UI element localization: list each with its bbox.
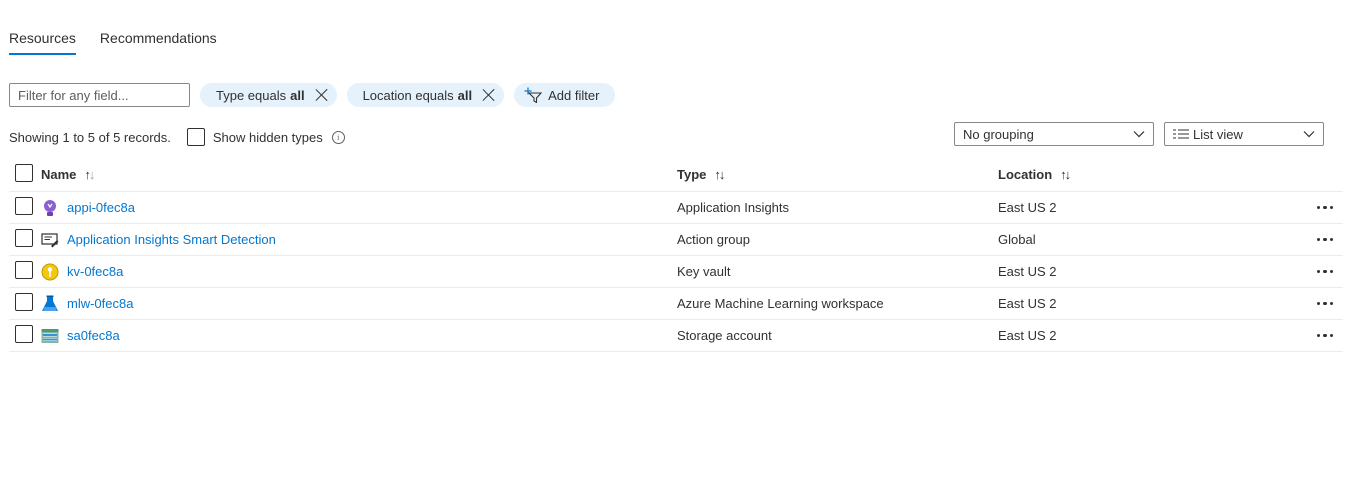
tab-bar: Resources Recommendations <box>9 30 217 55</box>
column-header-name[interactable]: Name ↑↓ <box>41 167 677 182</box>
resource-type: Application Insights <box>677 200 790 215</box>
add-filter-button[interactable]: Add filter <box>514 83 616 107</box>
key-vault-icon <box>41 263 59 280</box>
view-selected: List view <box>1193 126 1243 142</box>
filter-bar: Type equals all Location equals all Add … <box>9 83 616 107</box>
add-filter-label: Add filter <box>548 87 600 103</box>
table-header: Name ↑↓ Type ↑↓ Location ↑↓ <box>9 157 1343 192</box>
more-actions-button[interactable] <box>1313 266 1338 278</box>
row-checkbox[interactable] <box>15 229 33 247</box>
location-filter-pill[interactable]: Location equals all <box>346 83 505 107</box>
resource-location: East US 2 <box>998 264 1057 279</box>
tab-resources[interactable]: Resources <box>9 30 76 55</box>
table-row: appi-0fec8a Application Insights East US… <box>9 192 1343 224</box>
grouping-dropdown[interactable]: No grouping <box>954 122 1154 146</box>
show-hidden-checkbox[interactable] <box>186 128 205 146</box>
resource-location: East US 2 <box>998 296 1057 311</box>
resource-link[interactable]: Application Insights Smart Detection <box>67 232 276 247</box>
chevron-down-icon <box>1303 131 1315 138</box>
more-actions-button[interactable] <box>1313 330 1338 342</box>
filter-input[interactable] <box>9 83 190 107</box>
select-all-cell <box>9 163 41 185</box>
grouping-selected: No grouping <box>963 126 1034 142</box>
info-icon[interactable]: i <box>331 130 345 144</box>
sort-ascending-icon: ↑↓ <box>84 166 95 182</box>
resource-location: East US 2 <box>998 328 1057 343</box>
resource-link[interactable]: kv-0fec8a <box>67 264 123 279</box>
close-icon[interactable] <box>315 88 329 102</box>
column-header-location[interactable]: Location ↑↓ <box>998 167 1298 182</box>
view-dropdown[interactable]: List view <box>1164 122 1324 146</box>
column-header-name-label: Name <box>41 166 77 182</box>
sort-icon: ↑↓ <box>714 166 725 182</box>
type-filter-pill[interactable]: Type equals all <box>200 83 337 107</box>
column-header-type[interactable]: Type ↑↓ <box>677 167 998 182</box>
show-hidden-label: Show hidden types <box>212 129 323 145</box>
row-checkbox[interactable] <box>15 197 33 215</box>
resources-table: Name ↑↓ Type ↑↓ Location ↑↓ appi-0fec8a … <box>9 157 1343 352</box>
row-checkbox[interactable] <box>15 325 33 343</box>
column-header-type-label: Type <box>677 166 707 182</box>
records-bar: Showing 1 to 5 of 5 records. Show hidden… <box>9 128 345 146</box>
table-row: Application Insights Smart Detection Act… <box>9 224 1343 256</box>
more-actions-button[interactable] <box>1313 234 1338 246</box>
resource-link[interactable]: sa0fec8a <box>67 328 120 343</box>
resource-location: Global <box>998 232 1036 247</box>
show-hidden-toggle[interactable]: Show hidden types i <box>186 128 345 146</box>
resource-link[interactable]: mlw-0fec8a <box>67 296 133 311</box>
list-view-icon <box>1173 129 1189 139</box>
resource-type: Action group <box>677 232 750 247</box>
select-all-checkbox[interactable] <box>15 163 33 182</box>
resource-link[interactable]: appi-0fec8a <box>67 200 135 215</box>
location-filter-label: Location equals <box>362 87 454 103</box>
type-filter-label: Type equals <box>216 87 287 103</box>
resource-type: Storage account <box>677 328 772 343</box>
table-row: kv-0fec8a Key vault East US 2 <box>9 256 1343 288</box>
row-checkbox[interactable] <box>15 261 33 279</box>
row-checkbox[interactable] <box>15 293 33 311</box>
storage-account-icon <box>41 328 59 343</box>
application-insights-icon <box>44 199 56 216</box>
close-icon[interactable] <box>482 88 496 102</box>
chevron-down-icon <box>1133 131 1145 138</box>
more-actions-button[interactable] <box>1313 298 1338 310</box>
resource-type: Key vault <box>677 264 731 279</box>
sort-icon: ↑↓ <box>1060 166 1071 182</box>
location-filter-value: all <box>457 87 473 103</box>
more-actions-button[interactable] <box>1313 202 1338 214</box>
view-selected-wrap: List view <box>1173 127 1243 142</box>
resource-type: Azure Machine Learning workspace <box>677 296 884 311</box>
records-count: Showing 1 to 5 of 5 records. <box>9 129 171 145</box>
table-row: mlw-0fec8a Azure Machine Learning worksp… <box>9 288 1343 320</box>
resource-location: East US 2 <box>998 200 1057 215</box>
tab-recommendations[interactable]: Recommendations <box>100 30 217 55</box>
type-filter-value: all <box>290 87 305 103</box>
column-header-location-label: Location <box>998 166 1053 182</box>
action-group-icon <box>41 232 59 247</box>
machine-learning-icon <box>42 295 58 311</box>
table-row: sa0fec8a Storage account East US 2 <box>9 320 1343 352</box>
add-filter-icon <box>524 87 543 103</box>
